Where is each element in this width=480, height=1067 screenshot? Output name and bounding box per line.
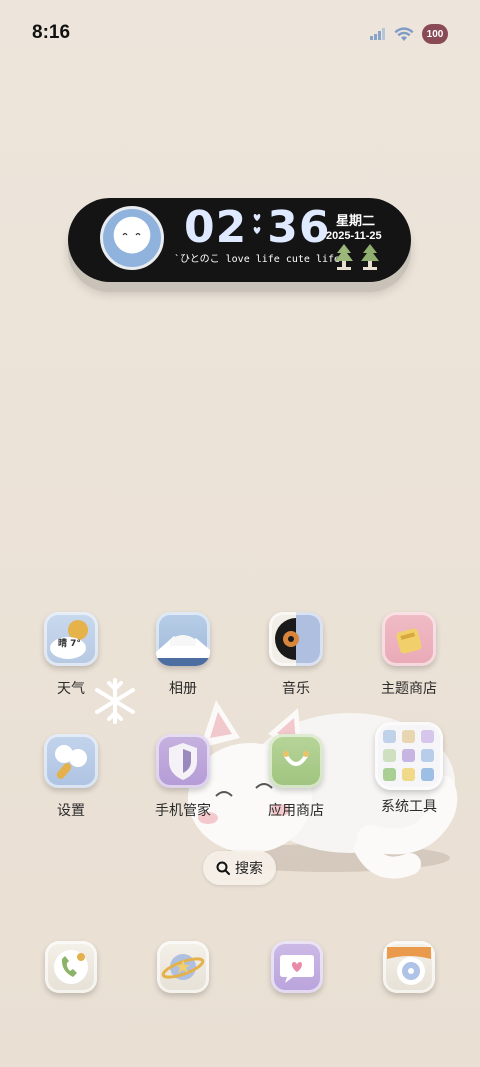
theme-store-icon <box>382 612 436 666</box>
app-system-tools-folder[interactable]: 系统工具 <box>364 722 454 816</box>
heart-separator-icon <box>251 210 263 245</box>
clock-minutes: 36 <box>267 202 331 253</box>
app-label: 系统工具 <box>381 799 437 815</box>
trees-decoration <box>334 244 380 270</box>
music-icon <box>269 612 323 666</box>
app-weather[interactable]: 晴 7° 天气 <box>26 612 116 698</box>
clock-digits: 02 36 <box>184 202 330 253</box>
app-music[interactable]: 音乐 <box>251 612 341 698</box>
tree-icon <box>361 244 379 270</box>
shopping-bag-icon <box>269 734 323 788</box>
clock-hours: 02 <box>184 202 248 253</box>
clock-weekday: 星期二 <box>336 214 376 229</box>
app-label: 音乐 <box>282 681 310 697</box>
shield-icon <box>156 734 210 788</box>
clock-subtitle: `ひとのこ love life cute life <box>174 254 341 265</box>
search-button[interactable]: 搜索 <box>203 851 276 885</box>
tree-icon <box>335 244 353 270</box>
clock-date: 2025-11-25 <box>326 230 382 242</box>
app-store[interactable]: 应用商店 <box>251 734 341 820</box>
weather-icon: 晴 7° <box>44 612 98 666</box>
system-icons: 100 <box>370 24 448 44</box>
search-icon <box>216 861 230 875</box>
folder-icon <box>375 722 443 790</box>
app-settings[interactable]: 设置 <box>26 734 116 820</box>
signal-icon <box>370 28 385 40</box>
cat-avatar <box>100 206 164 270</box>
battery-indicator: 100 <box>422 24 448 44</box>
app-label: 相册 <box>169 681 197 697</box>
status-time: 8:16 <box>32 22 71 43</box>
clock-widget[interactable]: 02 36 `ひとのこ love life cute life 星期二 2025… <box>68 198 411 282</box>
app-label: 设置 <box>57 803 85 819</box>
search-label: 搜索 <box>235 861 263 877</box>
app-label: 手机管家 <box>155 803 211 819</box>
messages-icon[interactable] <box>271 941 323 993</box>
weather-badge: 晴 7° <box>58 639 81 649</box>
browser-icon[interactable] <box>157 941 209 993</box>
app-label: 主题商店 <box>381 681 437 697</box>
wifi-icon <box>394 26 414 41</box>
app-label: 应用商店 <box>268 803 324 819</box>
app-label: 天气 <box>57 681 85 697</box>
app-phone-manager[interactable]: 手机管家 <box>138 734 228 820</box>
settings-icon <box>44 734 98 788</box>
app-theme-store[interactable]: 主题商店 <box>364 612 454 698</box>
app-gallery[interactable]: 相册 <box>138 612 228 698</box>
camera-icon[interactable] <box>383 941 435 993</box>
gallery-icon <box>156 612 210 666</box>
phone-icon[interactable] <box>45 941 97 993</box>
status-bar: 8:16 100 <box>0 0 480 66</box>
